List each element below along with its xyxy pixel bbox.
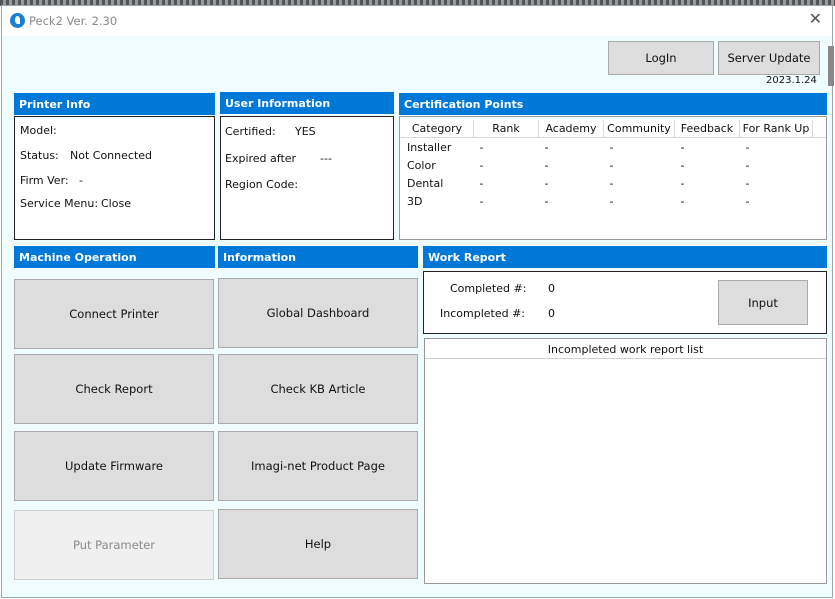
table-cell: - bbox=[609, 194, 614, 208]
region-code-label: Region Code: bbox=[225, 178, 299, 191]
put-parameter-button[interactable]: Put Parameter bbox=[14, 510, 214, 580]
table-cell: - bbox=[609, 176, 614, 190]
work-report-header: Work Report bbox=[423, 246, 827, 268]
cert-points-header: Certification Points bbox=[399, 93, 827, 115]
column-header-academy[interactable]: Academy bbox=[538, 120, 604, 138]
table-cell: - bbox=[479, 140, 484, 154]
column-header-feedback[interactable]: Feedback bbox=[674, 120, 740, 138]
status-label: Status: bbox=[20, 149, 59, 162]
table-cell: - bbox=[680, 194, 685, 208]
table-cell: Color bbox=[407, 158, 436, 172]
table-cell: 3D bbox=[407, 194, 423, 208]
version-date: 2023.1.24 bbox=[766, 75, 817, 86]
check-report-button[interactable]: Check Report bbox=[14, 354, 214, 424]
table-cell: - bbox=[745, 158, 750, 172]
table-header-row: Category Rank Academy Community Feedback… bbox=[401, 120, 826, 138]
incompleted-value: 0 bbox=[548, 307, 555, 320]
certified-label: Certified: bbox=[225, 125, 276, 138]
window-title: Peck2 Ver. 2.30 bbox=[29, 14, 118, 28]
app-logo-icon bbox=[10, 13, 25, 28]
status-value: Not Connected bbox=[70, 149, 153, 162]
table-cell: - bbox=[745, 176, 750, 190]
table-cell: Dental bbox=[407, 176, 444, 190]
service-menu-value: Close bbox=[101, 197, 131, 210]
table-cell: - bbox=[680, 158, 685, 172]
firm-ver-value: - bbox=[79, 174, 83, 187]
global-dashboard-button[interactable]: Global Dashboard bbox=[218, 278, 418, 348]
help-button[interactable]: Help bbox=[218, 509, 418, 579]
update-firmware-button[interactable]: Update Firmware bbox=[14, 431, 214, 501]
title-bar[interactable]: Peck2 Ver. 2.30 ✕ bbox=[2, 6, 832, 36]
firm-ver-label: Firm Ver: bbox=[20, 174, 69, 187]
table-cell: - bbox=[479, 194, 484, 208]
expired-value: --- bbox=[320, 152, 332, 165]
table-cell: - bbox=[609, 140, 614, 154]
table-row[interactable]: Installer - - - - - bbox=[401, 138, 826, 157]
column-header-for-rank-up[interactable]: For Rank Up bbox=[739, 120, 813, 138]
expired-label: Expired after bbox=[225, 152, 297, 165]
printer-info-header: Printer Info bbox=[14, 93, 215, 115]
table-cell: Installer bbox=[407, 140, 452, 154]
cert-points-table: Category Rank Academy Community Feedback… bbox=[401, 120, 826, 210]
table-cell: - bbox=[745, 140, 750, 154]
connect-printer-button[interactable]: Connect Printer bbox=[14, 279, 214, 349]
table-row[interactable]: Dental - - - - - bbox=[401, 174, 826, 192]
list-header: Incompleted work report list bbox=[425, 339, 826, 359]
table-cell: - bbox=[544, 140, 549, 154]
column-header-rank[interactable]: Rank bbox=[473, 120, 539, 138]
input-button[interactable]: Input bbox=[718, 280, 808, 325]
login-button[interactable]: LogIn bbox=[608, 41, 714, 75]
table-row[interactable]: Color - - - - - bbox=[401, 156, 826, 174]
table-cell: - bbox=[544, 158, 549, 172]
incompleted-work-report-list[interactable]: Incompleted work report list bbox=[424, 338, 827, 584]
machine-operation-header: Machine Operation bbox=[14, 246, 215, 268]
user-info-header: User Information bbox=[220, 92, 394, 114]
completed-value: 0 bbox=[548, 282, 555, 295]
table-cell: - bbox=[609, 158, 614, 172]
table-row[interactable]: 3D - - - - - bbox=[401, 192, 826, 210]
table-cell: - bbox=[680, 176, 685, 190]
service-menu-label: Service Menu: bbox=[20, 197, 99, 210]
model-label: Model: bbox=[20, 124, 57, 137]
table-cell: - bbox=[745, 194, 750, 208]
close-icon[interactable]: ✕ bbox=[809, 11, 822, 27]
table-cell: - bbox=[479, 176, 484, 190]
column-header-category[interactable]: Category bbox=[401, 120, 474, 138]
product-page-button[interactable]: Imagi-net Product Page bbox=[218, 431, 418, 501]
table-cell: - bbox=[544, 176, 549, 190]
completed-label: Completed #: bbox=[450, 282, 527, 295]
information-header: Information bbox=[218, 246, 418, 268]
certified-value: YES bbox=[295, 125, 316, 138]
check-kb-article-button[interactable]: Check KB Article bbox=[218, 354, 418, 424]
column-header-community[interactable]: Community bbox=[603, 120, 675, 138]
server-update-button[interactable]: Server Update bbox=[718, 41, 820, 75]
table-cell: - bbox=[479, 158, 484, 172]
edge-artifact bbox=[828, 46, 834, 86]
incompleted-label: Incompleted #: bbox=[440, 307, 525, 320]
table-cell: - bbox=[680, 140, 685, 154]
table-cell: - bbox=[544, 194, 549, 208]
